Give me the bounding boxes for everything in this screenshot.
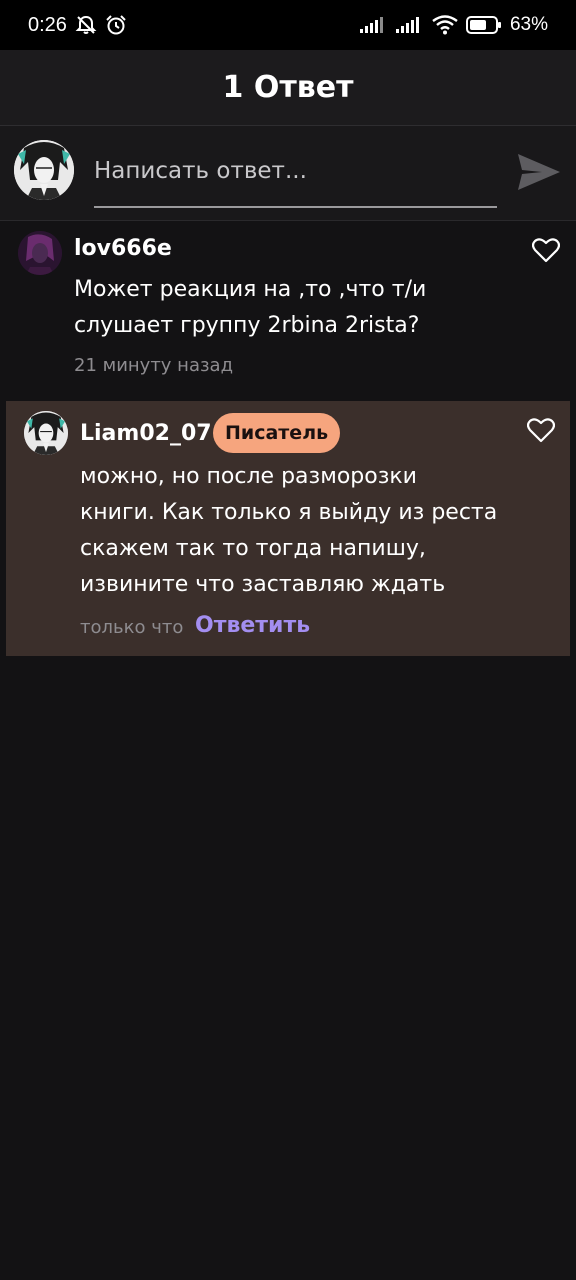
battery-percent: 63%	[509, 14, 548, 35]
comment-time: 21 минуту назад	[74, 355, 234, 376]
comment-text: можно, но после разморозки книги. Как то…	[80, 459, 520, 603]
comment-line: слушает группу 2rbina 2rista?	[74, 313, 420, 338]
comment-time: только что	[80, 617, 184, 638]
comment: lov666e Может реакция на ,то ,что т/и сл…	[0, 221, 576, 399]
send-button[interactable]	[516, 152, 562, 192]
like-button[interactable]	[531, 237, 561, 263]
reply-input[interactable]: Написать ответ...	[94, 154, 497, 208]
status-time: 0:26	[28, 13, 67, 36]
like-button[interactable]	[526, 417, 556, 443]
comment-line: скажем так то тогда напишу,	[80, 536, 426, 561]
username[interactable]: Liam02_07	[80, 421, 212, 446]
comment-line: можно, но после разморозки	[80, 464, 417, 489]
avatar	[14, 140, 74, 200]
alarm-icon	[105, 14, 127, 36]
signal-icon	[395, 15, 424, 35]
avatar[interactable]	[24, 411, 68, 455]
comment-line: извините что заставляю ждать	[80, 572, 446, 597]
wifi-icon	[432, 15, 458, 35]
header: 1 Ответ	[0, 50, 576, 126]
page-title: 1 Ответ	[222, 70, 354, 105]
reply-composer: Написать ответ...	[0, 126, 576, 221]
writer-badge: Писатель	[213, 413, 341, 453]
comment-line: книги. Как только я выйду из реста	[80, 500, 498, 525]
comment-line: Может реакция на ,то ,что т/и	[74, 277, 427, 302]
comment-text: Может реакция на ,то ,что т/и слушает гр…	[74, 272, 544, 344]
heart-icon	[531, 238, 561, 263]
username[interactable]: lov666e	[74, 236, 172, 261]
mute-icon	[75, 14, 97, 36]
status-bar: 0:26 63%	[0, 0, 576, 50]
avatar[interactable]	[18, 231, 62, 275]
signal-icon	[359, 15, 388, 35]
comment-highlighted: Liam02_07 Писатель можно, но после размо…	[6, 401, 570, 656]
send-icon	[518, 154, 560, 190]
heart-icon	[526, 418, 556, 443]
battery-icon	[465, 15, 502, 35]
reply-button[interactable]: Ответить	[195, 613, 310, 638]
